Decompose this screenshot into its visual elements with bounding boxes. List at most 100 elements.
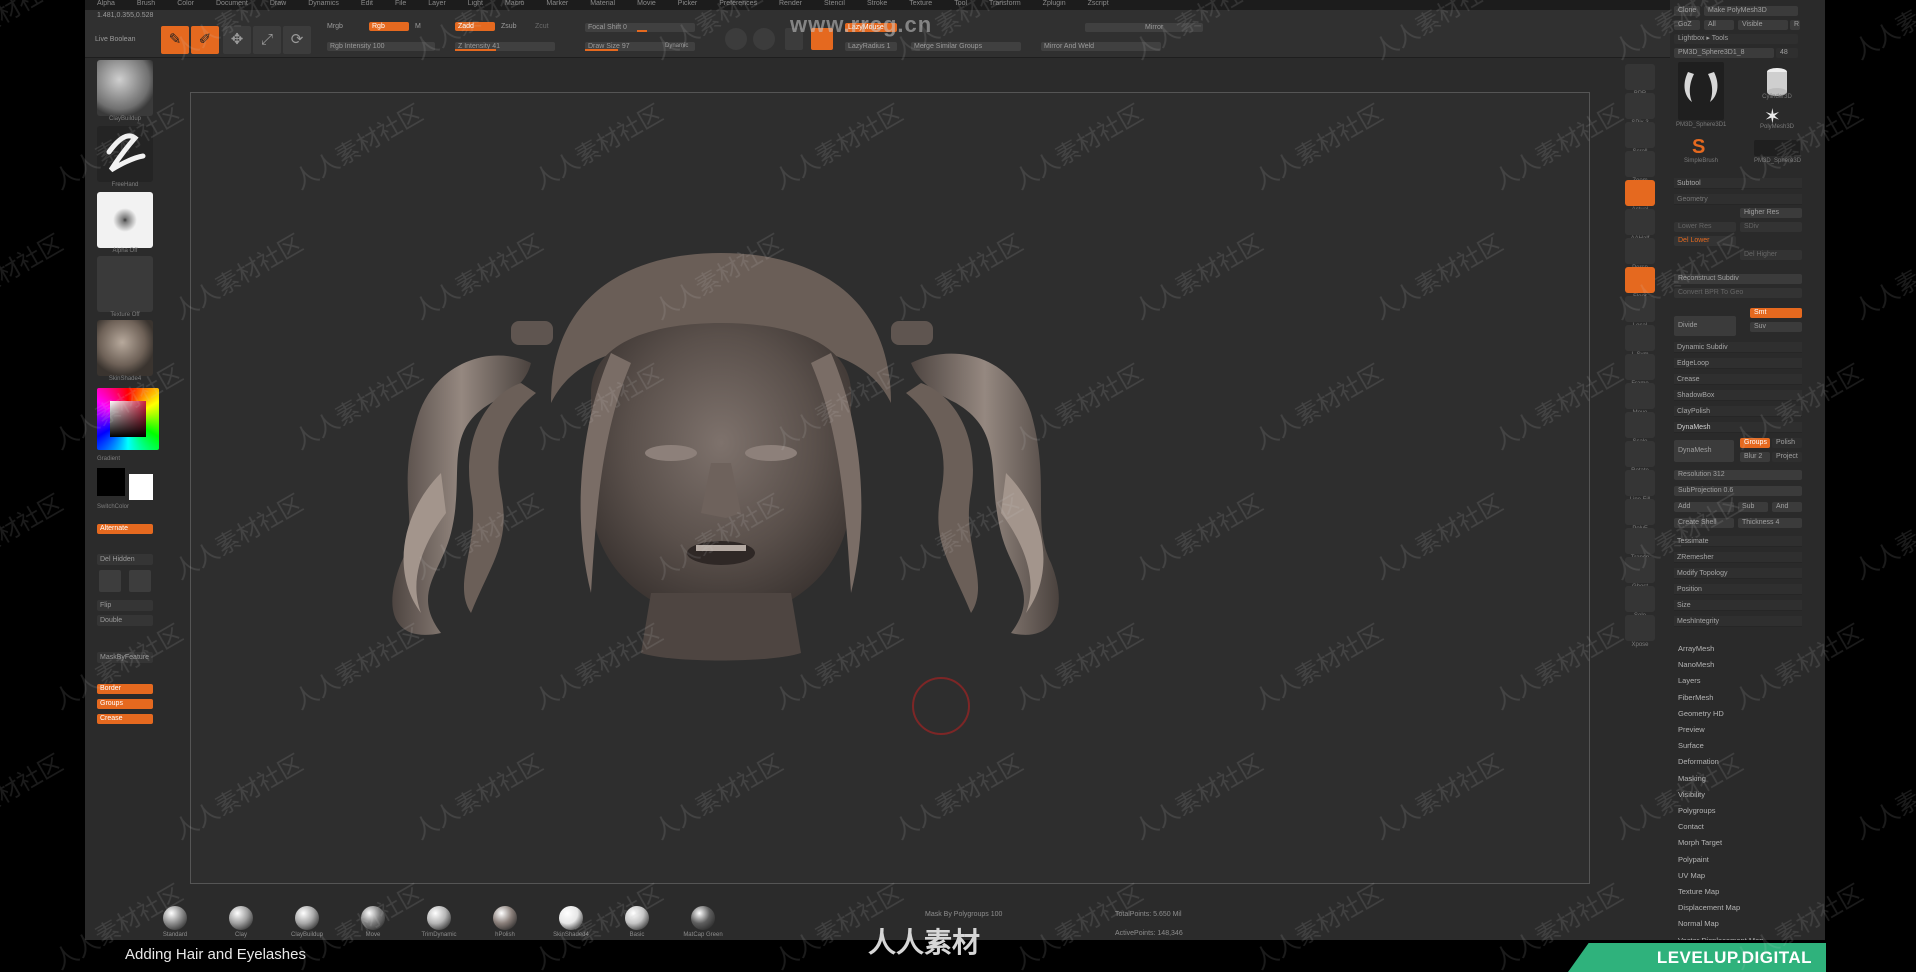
convert-bpr-button[interactable]: Convert BPR To Geo — [1674, 288, 1802, 298]
dock-scale-button[interactable] — [1625, 412, 1655, 438]
rotate-button[interactable]: ⟳ — [283, 26, 311, 54]
menu-render[interactable]: Render — [779, 0, 802, 10]
blur-slider[interactable]: Blur 2 — [1740, 452, 1770, 462]
dock-line-fill-button[interactable] — [1625, 470, 1655, 496]
modify-topology-menu[interactable]: Modify Topology — [1674, 568, 1802, 579]
submenu-normal-map[interactable]: Normal Map — [1678, 919, 1719, 928]
dock-xpose-button[interactable] — [1625, 615, 1655, 641]
divide-button[interactable]: Divide — [1674, 316, 1736, 336]
dock-bpr-button[interactable] — [1625, 64, 1655, 90]
dock-actual-button[interactable] — [1625, 180, 1655, 206]
menu-transform[interactable]: Transform — [989, 0, 1021, 10]
alpha-thumbnail[interactable] — [97, 192, 153, 248]
subprojection-slider[interactable]: SubProjection 0.6 — [1674, 486, 1802, 496]
del-lower-button[interactable]: Del Lower — [1674, 236, 1736, 246]
submenu-visibility[interactable]: Visibility — [1678, 790, 1705, 799]
add-button[interactable]: Add — [1674, 502, 1734, 512]
submenu-nanomesh[interactable]: NanoMesh — [1678, 660, 1714, 669]
color-picker[interactable] — [97, 388, 159, 450]
subtool-menu[interactable]: Subtool — [1674, 178, 1802, 189]
submenu-vector-displacement-map[interactable]: Vector Displacement Map — [1678, 936, 1763, 940]
dynamic-subdiv-menu[interactable]: Dynamic Subdiv — [1674, 342, 1802, 353]
zsub-toggle[interactable]: Zsub — [501, 23, 517, 30]
current-tool-name[interactable]: PM3D_Sphere3D1_8 — [1674, 48, 1774, 58]
del-hidden-button[interactable]: Del Hidden — [97, 554, 153, 565]
edit-button[interactable]: ✎ — [161, 26, 189, 54]
shadowbox-menu[interactable]: ShadowBox — [1674, 390, 1802, 401]
material-7[interactable]: Basic — [607, 902, 667, 938]
submenu-uv-map[interactable]: UV Map — [1678, 871, 1705, 880]
submenu-layers[interactable]: Layers — [1678, 676, 1701, 685]
dock-solo-button[interactable] — [1625, 586, 1655, 612]
material-4[interactable]: TrimDynamic — [409, 902, 469, 938]
submenu-polypaint[interactable]: Polypaint — [1678, 855, 1709, 864]
menu-layer[interactable]: Layer — [428, 0, 446, 10]
menu-edit[interactable]: Edit — [361, 0, 373, 10]
submenu-surface[interactable]: Surface — [1678, 741, 1704, 750]
menu-brush[interactable]: Brush — [137, 0, 155, 10]
alpha-mode-button[interactable] — [753, 28, 775, 50]
group-split-icon[interactable] — [129, 570, 151, 592]
submenu-arraymesh[interactable]: ArrayMesh — [1678, 644, 1714, 653]
live-boolean-toggle[interactable]: Live Boolean — [95, 36, 135, 43]
make-polymesh-button[interactable]: Make PolyMesh3D — [1704, 6, 1798, 16]
crease-toggle[interactable]: Crease — [97, 714, 153, 724]
material-3[interactable]: Move — [343, 902, 403, 938]
move-button[interactable]: ✥ — [223, 26, 251, 54]
draw-button[interactable]: ✐ — [191, 26, 219, 54]
alternate-button[interactable]: Alternate — [97, 524, 153, 534]
reconstruct-subdiv-button[interactable]: Reconstruct Subdiv — [1674, 274, 1802, 284]
menu-tool[interactable]: Tool — [954, 0, 967, 10]
mirror-button[interactable]: Mirror — [1085, 23, 1203, 32]
menu-movie[interactable]: Movie — [637, 0, 656, 10]
thickness-slider[interactable]: Thickness 4 — [1738, 518, 1802, 528]
zremesher-menu[interactable]: ZRemesher — [1674, 552, 1802, 563]
dynamic-toggle[interactable]: Dynamic — [665, 43, 688, 49]
menu-dynamics[interactable]: Dynamics — [308, 0, 339, 10]
dock-persp-button[interactable] — [1625, 238, 1655, 264]
mrgb-toggle[interactable]: Mrgb — [327, 23, 343, 30]
submenu-deformation[interactable]: Deformation — [1678, 757, 1719, 766]
claypolish-menu[interactable]: ClayPolish — [1674, 406, 1802, 417]
dynamesh-button[interactable]: DynaMesh — [1674, 440, 1734, 462]
menu-material[interactable]: Material — [590, 0, 615, 10]
switch-color-button[interactable]: SwitchColor — [97, 504, 153, 510]
mask-by-polygroups-slider[interactable]: Mask By Polygroups 100 — [925, 911, 1002, 918]
focal-shift-slider[interactable]: Focal Shift 0 — [585, 23, 695, 32]
dock-floor-button[interactable] — [1625, 267, 1655, 293]
material-8[interactable]: MatCap Green — [673, 902, 733, 938]
menu-stencil[interactable]: Stencil — [824, 0, 845, 10]
submenu-contact[interactable]: Contact — [1678, 822, 1704, 831]
sub-button[interactable]: Sub — [1738, 502, 1768, 512]
stroke-thumbnail[interactable] — [97, 126, 153, 182]
geometry-menu[interactable]: Geometry — [1674, 194, 1802, 205]
submenu-texture-map[interactable]: Texture Map — [1678, 887, 1719, 896]
split-hidden-icon[interactable] — [99, 570, 121, 592]
menu-texture[interactable]: Texture — [909, 0, 932, 10]
menu-preferences[interactable]: Preferences — [719, 0, 757, 10]
mirror-weld-button[interactable]: Mirror And Weld — [1041, 42, 1161, 51]
mask-by-feature-button[interactable]: MaskByFeature — [97, 652, 153, 663]
menu-macro[interactable]: Macro — [505, 0, 524, 10]
material-1[interactable]: Clay — [211, 902, 271, 938]
size-menu[interactable]: Size — [1674, 600, 1802, 611]
resolution-slider[interactable]: Resolution 312 — [1674, 470, 1802, 480]
dock-move-button[interactable] — [1625, 383, 1655, 409]
stroke-mode-button[interactable] — [725, 28, 747, 50]
dock-frame-button[interactable] — [1625, 354, 1655, 380]
create-shell-button[interactable]: Create Shell — [1674, 518, 1734, 528]
brush-thumbnail[interactable] — [97, 60, 153, 116]
dock-local-button[interactable] — [1625, 296, 1655, 322]
submenu-masking[interactable]: Masking — [1678, 774, 1706, 783]
dock-aahalf-button[interactable] — [1625, 209, 1655, 235]
groups-toggle-right[interactable]: Groups — [1740, 438, 1770, 448]
tessimate-menu[interactable]: Tessimate — [1674, 536, 1802, 547]
color-picker-square[interactable] — [110, 401, 146, 437]
menu-file[interactable]: File — [395, 0, 406, 10]
submenu-polygroups[interactable]: Polygroups — [1678, 806, 1716, 815]
menu-stroke[interactable]: Stroke — [867, 0, 887, 10]
menu-document[interactable]: Document — [216, 0, 248, 10]
menu-zscript[interactable]: Zscript — [1088, 0, 1109, 10]
groups-toggle[interactable]: Groups — [97, 699, 153, 709]
menu-color[interactable]: Color — [177, 0, 194, 10]
